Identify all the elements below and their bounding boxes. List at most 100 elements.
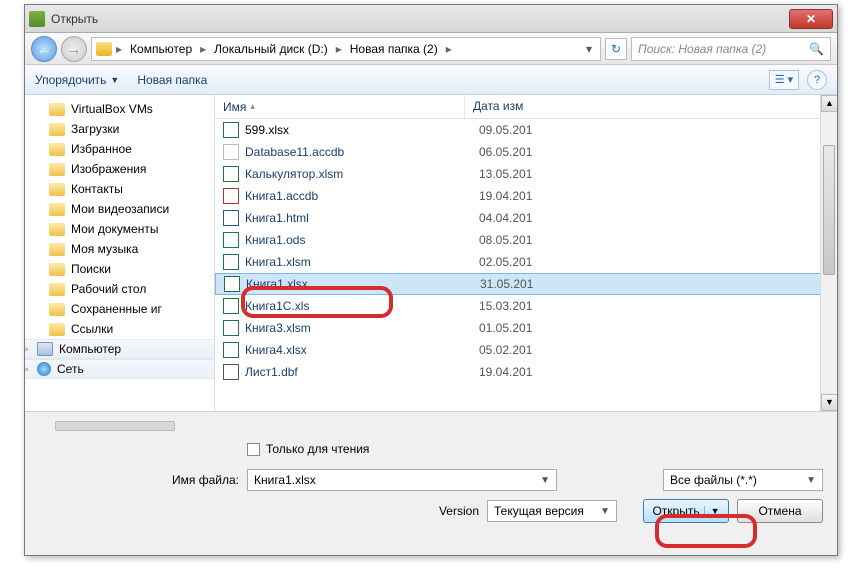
file-name: Книга1.ods (245, 233, 479, 247)
tree-item[interactable]: Сохраненные иг (25, 299, 214, 319)
file-name: Книга1.accdb (245, 189, 479, 203)
forward-button[interactable]: → (61, 36, 87, 62)
tree-item[interactable]: Избранное (25, 139, 214, 159)
organize-menu[interactable]: Упорядочить▼ (35, 73, 119, 87)
tree-item[interactable]: VirtualBox VMs (25, 99, 214, 119)
file-row[interactable]: Книга1.accdb19.04.201 (215, 185, 837, 207)
tree-item[interactable]: Мои видеозаписи (25, 199, 214, 219)
breadcrumb-dropdown[interactable]: ▾ (582, 42, 596, 56)
tree-item[interactable]: Мои документы (25, 219, 214, 239)
file-row[interactable]: 599.xlsx09.05.201 (215, 119, 837, 141)
scroll-down-button[interactable]: ▼ (821, 394, 837, 411)
vertical-scrollbar[interactable]: ▲ ▼ (820, 95, 837, 411)
version-label: Version (39, 504, 479, 518)
file-name: Книга1.xlsx (246, 277, 480, 291)
scroll-thumb[interactable] (823, 145, 835, 275)
file-row[interactable]: Лист1.dbf19.04.201 (215, 361, 837, 383)
tree-item[interactable]: Моя музыка (25, 239, 214, 259)
file-icon (223, 298, 239, 314)
file-row[interactable]: Database11.accdb06.05.201 (215, 141, 837, 163)
tree-item[interactable]: Загрузки (25, 119, 214, 139)
readonly-label: Только для чтения (266, 442, 369, 456)
search-icon: 🔍 (809, 42, 824, 56)
file-icon (223, 210, 239, 226)
file-filter-dropdown[interactable]: Все файлы (*.*) ▼ (663, 469, 823, 491)
chevron-down-icon: ▼ (600, 506, 610, 517)
file-icon (223, 364, 239, 380)
folder-icon (49, 323, 65, 336)
app-icon (29, 11, 45, 27)
folder-icon (96, 42, 112, 56)
folder-icon (49, 143, 65, 156)
file-date: 04.04.201 (479, 211, 532, 225)
file-date: 09.05.201 (479, 123, 532, 137)
help-button[interactable]: ? (807, 70, 827, 90)
folder-icon (49, 123, 65, 136)
tree-item[interactable]: Контакты (25, 179, 214, 199)
close-button[interactable]: ✕ (789, 9, 833, 29)
breadcrumb[interactable]: ▸ Компьютер ▸ Локальный диск (D:) ▸ Нова… (91, 37, 601, 61)
new-folder-button[interactable]: Новая папка (137, 73, 207, 87)
file-name: Книга3.xlsm (245, 321, 479, 335)
toolbar: Упорядочить▼ Новая папка ☰ ▾ ? (25, 65, 837, 95)
chevron-down-icon: ▼ (110, 75, 119, 85)
titlebar: Открыть ✕ (25, 5, 837, 33)
file-date: 15.03.201 (479, 299, 532, 313)
folder-icon (49, 163, 65, 176)
breadcrumb-computer[interactable]: Компьютер (126, 42, 196, 56)
folder-icon (49, 263, 65, 276)
filename-input[interactable]: Книга1.xlsx ▼ (247, 469, 557, 491)
chevron-right-icon: ▸ (334, 42, 344, 56)
file-date: 02.05.201 (479, 255, 532, 269)
computer-icon (37, 342, 53, 356)
file-date: 06.05.201 (479, 145, 532, 159)
search-placeholder: Поиск: Новая папка (2) (638, 42, 766, 56)
tree-item[interactable]: Изображения (25, 159, 214, 179)
file-name: Книга4.xlsx (245, 343, 479, 357)
filename-label: Имя файла: (39, 473, 239, 487)
file-row[interactable]: Книга4.xlsx05.02.201 (215, 339, 837, 361)
navigation-bar: ← → ▸ Компьютер ▸ Локальный диск (D:) ▸ … (25, 33, 837, 65)
open-button[interactable]: Открыть▼ (643, 499, 729, 523)
readonly-checkbox[interactable] (247, 443, 260, 456)
tree-item[interactable]: Поиски (25, 259, 214, 279)
file-icon (223, 342, 239, 358)
version-dropdown[interactable]: Текущая версия ▼ (487, 500, 617, 522)
file-name: Книга1.xlsm (245, 255, 479, 269)
view-mode-button[interactable]: ☰ ▾ (769, 70, 799, 90)
horizontal-scrollbar[interactable] (55, 421, 175, 431)
file-row[interactable]: Книга1.html04.04.201 (215, 207, 837, 229)
file-date: 13.05.201 (479, 167, 532, 181)
tree-item[interactable]: Рабочий стол (25, 279, 214, 299)
tree-item[interactable]: Ссылки (25, 319, 214, 339)
back-button[interactable]: ← (31, 36, 57, 62)
tree-network[interactable]: ▷Сеть (25, 359, 214, 379)
file-icon (223, 166, 239, 182)
search-input[interactable]: Поиск: Новая папка (2) 🔍 (631, 37, 831, 61)
column-name[interactable]: Имя▴ (215, 95, 465, 118)
folder-icon (49, 183, 65, 196)
file-date: 31.05.201 (480, 277, 533, 291)
file-row[interactable]: Книга1.ods08.05.201 (215, 229, 837, 251)
readonly-row: Только для чтения (25, 435, 837, 463)
file-row[interactable]: Калькулятор.xlsm13.05.201 (215, 163, 837, 185)
navigation-tree[interactable]: VirtualBox VMsЗагрузкиИзбранноеИзображен… (25, 95, 215, 411)
file-row[interactable]: Книга3.xlsm01.05.201 (215, 317, 837, 339)
file-row[interactable]: Книга1.xlsx31.05.201 (215, 273, 837, 295)
folder-icon (49, 203, 65, 216)
scroll-up-button[interactable]: ▲ (821, 95, 837, 112)
folder-icon (49, 223, 65, 236)
network-icon (37, 362, 51, 376)
file-row[interactable]: Книга1.xlsm02.05.201 (215, 251, 837, 273)
file-name: Database11.accdb (245, 145, 479, 159)
tree-computer[interactable]: ▷Компьютер (25, 339, 214, 359)
file-date: 19.04.201 (479, 365, 532, 379)
breadcrumb-folder[interactable]: Новая папка (2) (346, 42, 442, 56)
file-row[interactable]: Книга1С.xls15.03.201 (215, 295, 837, 317)
sort-indicator-icon: ▴ (250, 101, 255, 112)
column-date[interactable]: Дата изм (465, 95, 837, 118)
refresh-button[interactable]: ↻ (605, 38, 627, 60)
chevron-down-icon: ▼ (540, 475, 550, 486)
breadcrumb-drive[interactable]: Локальный диск (D:) (210, 42, 332, 56)
cancel-button[interactable]: Отмена (737, 499, 823, 523)
